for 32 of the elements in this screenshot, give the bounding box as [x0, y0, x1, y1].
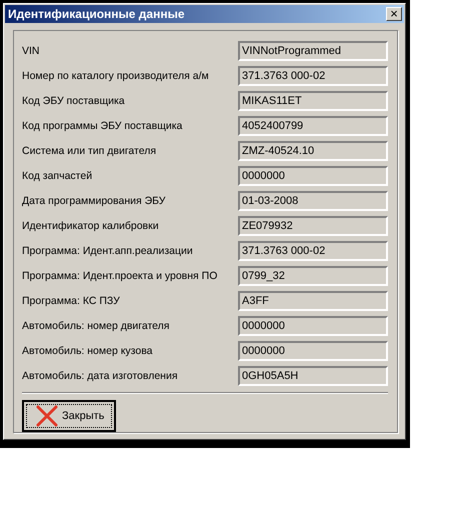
field-label: Система или тип двигателя [22, 144, 158, 156]
value-field: A3FF [238, 290, 388, 310]
value-field: MIKAS11ET [238, 90, 388, 110]
value-field: 01-03-2008 [238, 190, 388, 210]
field-label: Идентификатор калибровки [22, 220, 160, 232]
field-label: Автомобиль: номер двигателя [22, 320, 170, 332]
field-label: Дата программирования ЭБУ [22, 194, 166, 206]
field-label: VIN [22, 44, 41, 56]
window-title: Идентификационные данные [8, 7, 185, 21]
value-field: 0000000 [238, 166, 388, 186]
value-field: 0799_32 [238, 266, 388, 286]
field-label: Автомобиль: номер кузова [22, 344, 154, 356]
close-dialog-button[interactable]: Закрыть [22, 400, 116, 432]
value-field: VINNotProgrammed [238, 40, 388, 60]
close-icon [36, 405, 58, 427]
value-field: 4052400799 [238, 116, 388, 136]
field-label: Автомобиль: дата изготовления [22, 370, 179, 382]
value-field: 371.3763 000-02 [238, 240, 388, 260]
value-field: ZE079932 [238, 216, 388, 236]
field-label: Код ЭБУ поставщика [22, 94, 126, 106]
field-label: Программа: Идент.апп.реализации [22, 244, 194, 256]
value-field: 0000000 [238, 316, 388, 336]
value-field: 0GH05A5H [238, 366, 388, 386]
value-field: ZMZ-40524.10 [238, 140, 388, 160]
close-button[interactable]: × [386, 7, 402, 21]
field-label: Код программы ЭБУ поставщика [22, 120, 184, 132]
value-field: 0000000 [238, 340, 388, 360]
field-label: Код запчастей [22, 170, 94, 182]
field-label: Номер по каталогу производителя а/м [22, 70, 210, 82]
value-field: 371.3763 000-02 [238, 66, 388, 86]
field-label: Программа: Идент.проекта и уровня ПО [22, 270, 218, 282]
field-label: Программа: КС ПЗУ [22, 294, 121, 306]
